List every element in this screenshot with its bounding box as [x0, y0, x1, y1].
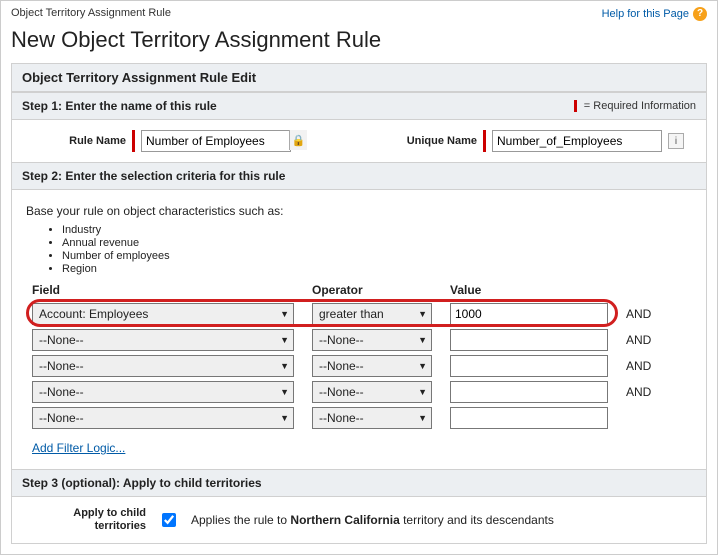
- chevron-down-icon: ▼: [280, 335, 289, 345]
- value-input[interactable]: [450, 355, 608, 377]
- field-select[interactable]: --None-- ▼: [32, 407, 294, 429]
- criteria-row: --None-- ▼ --None-- ▼ AND: [26, 327, 692, 353]
- select-value: --None--: [319, 385, 364, 399]
- criteria-row: --None-- ▼ --None-- ▼ AND: [26, 353, 692, 379]
- required-info: = Required Information: [574, 100, 696, 112]
- page-title: New Object Territory Assignment Rule: [1, 27, 717, 63]
- panel-title: Object Territory Assignment Rule Edit: [12, 64, 706, 92]
- step2-intro: Base your rule on object characteristics…: [26, 204, 692, 218]
- characteristics-list: Industry Annual revenue Number of employ…: [62, 224, 692, 275]
- join-label: AND: [626, 359, 666, 373]
- chevron-down-icon: ▼: [418, 413, 427, 423]
- select-value: --None--: [39, 333, 84, 347]
- apply-text-suffix: territory and its descendants: [400, 513, 554, 527]
- rule-name-label: Rule Name: [26, 135, 126, 147]
- select-value: --None--: [39, 359, 84, 373]
- step2-heading: Step 2: Enter the selection criteria for…: [22, 169, 285, 183]
- chevron-down-icon: ▼: [280, 387, 289, 397]
- list-item: Annual revenue: [62, 237, 692, 249]
- help-text: Help for this Page: [602, 8, 689, 20]
- select-value: --None--: [319, 359, 364, 373]
- value-input[interactable]: [450, 303, 608, 325]
- col-header-operator: Operator: [312, 283, 432, 297]
- apply-to-child-text: Applies the rule to Northern California …: [191, 513, 554, 527]
- help-link[interactable]: Help for this Page ?: [602, 7, 707, 21]
- field-select[interactable]: --None-- ▼: [32, 329, 294, 351]
- field-select[interactable]: Account: Employees ▼: [32, 303, 294, 325]
- chevron-down-icon: ▼: [280, 361, 289, 371]
- chevron-down-icon: ▼: [280, 413, 289, 423]
- apply-text-prefix: Applies the rule to: [191, 513, 290, 527]
- join-label: AND: [626, 385, 666, 399]
- select-value: greater than: [319, 307, 384, 321]
- value-input[interactable]: [450, 329, 608, 351]
- required-bar-icon: [132, 130, 135, 152]
- info-icon[interactable]: i: [668, 133, 684, 149]
- list-item: Number of employees: [62, 250, 692, 262]
- breadcrumb: Object Territory Assignment Rule: [11, 7, 171, 19]
- col-header-value: Value: [450, 283, 608, 297]
- chevron-down-icon: ▼: [418, 387, 427, 397]
- operator-select[interactable]: --None-- ▼: [312, 381, 432, 403]
- select-value: --None--: [39, 411, 84, 425]
- col-header-field: Field: [32, 283, 294, 297]
- lock-icon: 🔒: [289, 130, 307, 150]
- required-bar-icon: [483, 130, 486, 152]
- unique-name-input[interactable]: [492, 130, 662, 152]
- value-input[interactable]: [450, 407, 608, 429]
- rule-name-input[interactable]: [141, 130, 291, 152]
- join-label: AND: [626, 333, 666, 347]
- select-value: --None--: [319, 333, 364, 347]
- step1-heading: Step 1: Enter the name of this rule: [22, 99, 217, 113]
- territory-name: Northern California: [290, 513, 399, 527]
- criteria-row: --None-- ▼ --None-- ▼ AND: [26, 379, 692, 405]
- operator-select[interactable]: --None-- ▼: [312, 407, 432, 429]
- add-filter-logic-link[interactable]: Add Filter Logic...: [32, 441, 125, 455]
- step3-heading: Step 3 (optional): Apply to child territ…: [22, 476, 262, 490]
- operator-select[interactable]: --None-- ▼: [312, 355, 432, 377]
- help-icon: ?: [693, 7, 707, 21]
- field-select[interactable]: --None-- ▼: [32, 381, 294, 403]
- required-bar-icon: [574, 100, 577, 112]
- select-value: --None--: [39, 385, 84, 399]
- chevron-down-icon: ▼: [280, 309, 289, 319]
- unique-name-label: Unique Name: [377, 135, 477, 147]
- select-value: Account: Employees: [39, 307, 148, 321]
- join-label: AND: [626, 307, 666, 321]
- criteria-row: Account: Employees ▼ greater than ▼ AND: [26, 301, 692, 327]
- criteria-row: --None-- ▼ --None-- ▼: [26, 405, 692, 431]
- apply-to-child-label: Apply to child territories: [26, 507, 146, 533]
- field-select[interactable]: --None-- ▼: [32, 355, 294, 377]
- chevron-down-icon: ▼: [418, 335, 427, 345]
- chevron-down-icon: ▼: [418, 309, 427, 319]
- apply-to-child-checkbox[interactable]: [162, 513, 176, 527]
- operator-select[interactable]: greater than ▼: [312, 303, 432, 325]
- list-item: Industry: [62, 224, 692, 236]
- chevron-down-icon: ▼: [418, 361, 427, 371]
- required-info-text: = Required Information: [584, 100, 696, 112]
- operator-select[interactable]: --None-- ▼: [312, 329, 432, 351]
- value-input[interactable]: [450, 381, 608, 403]
- list-item: Region: [62, 263, 692, 275]
- select-value: --None--: [319, 411, 364, 425]
